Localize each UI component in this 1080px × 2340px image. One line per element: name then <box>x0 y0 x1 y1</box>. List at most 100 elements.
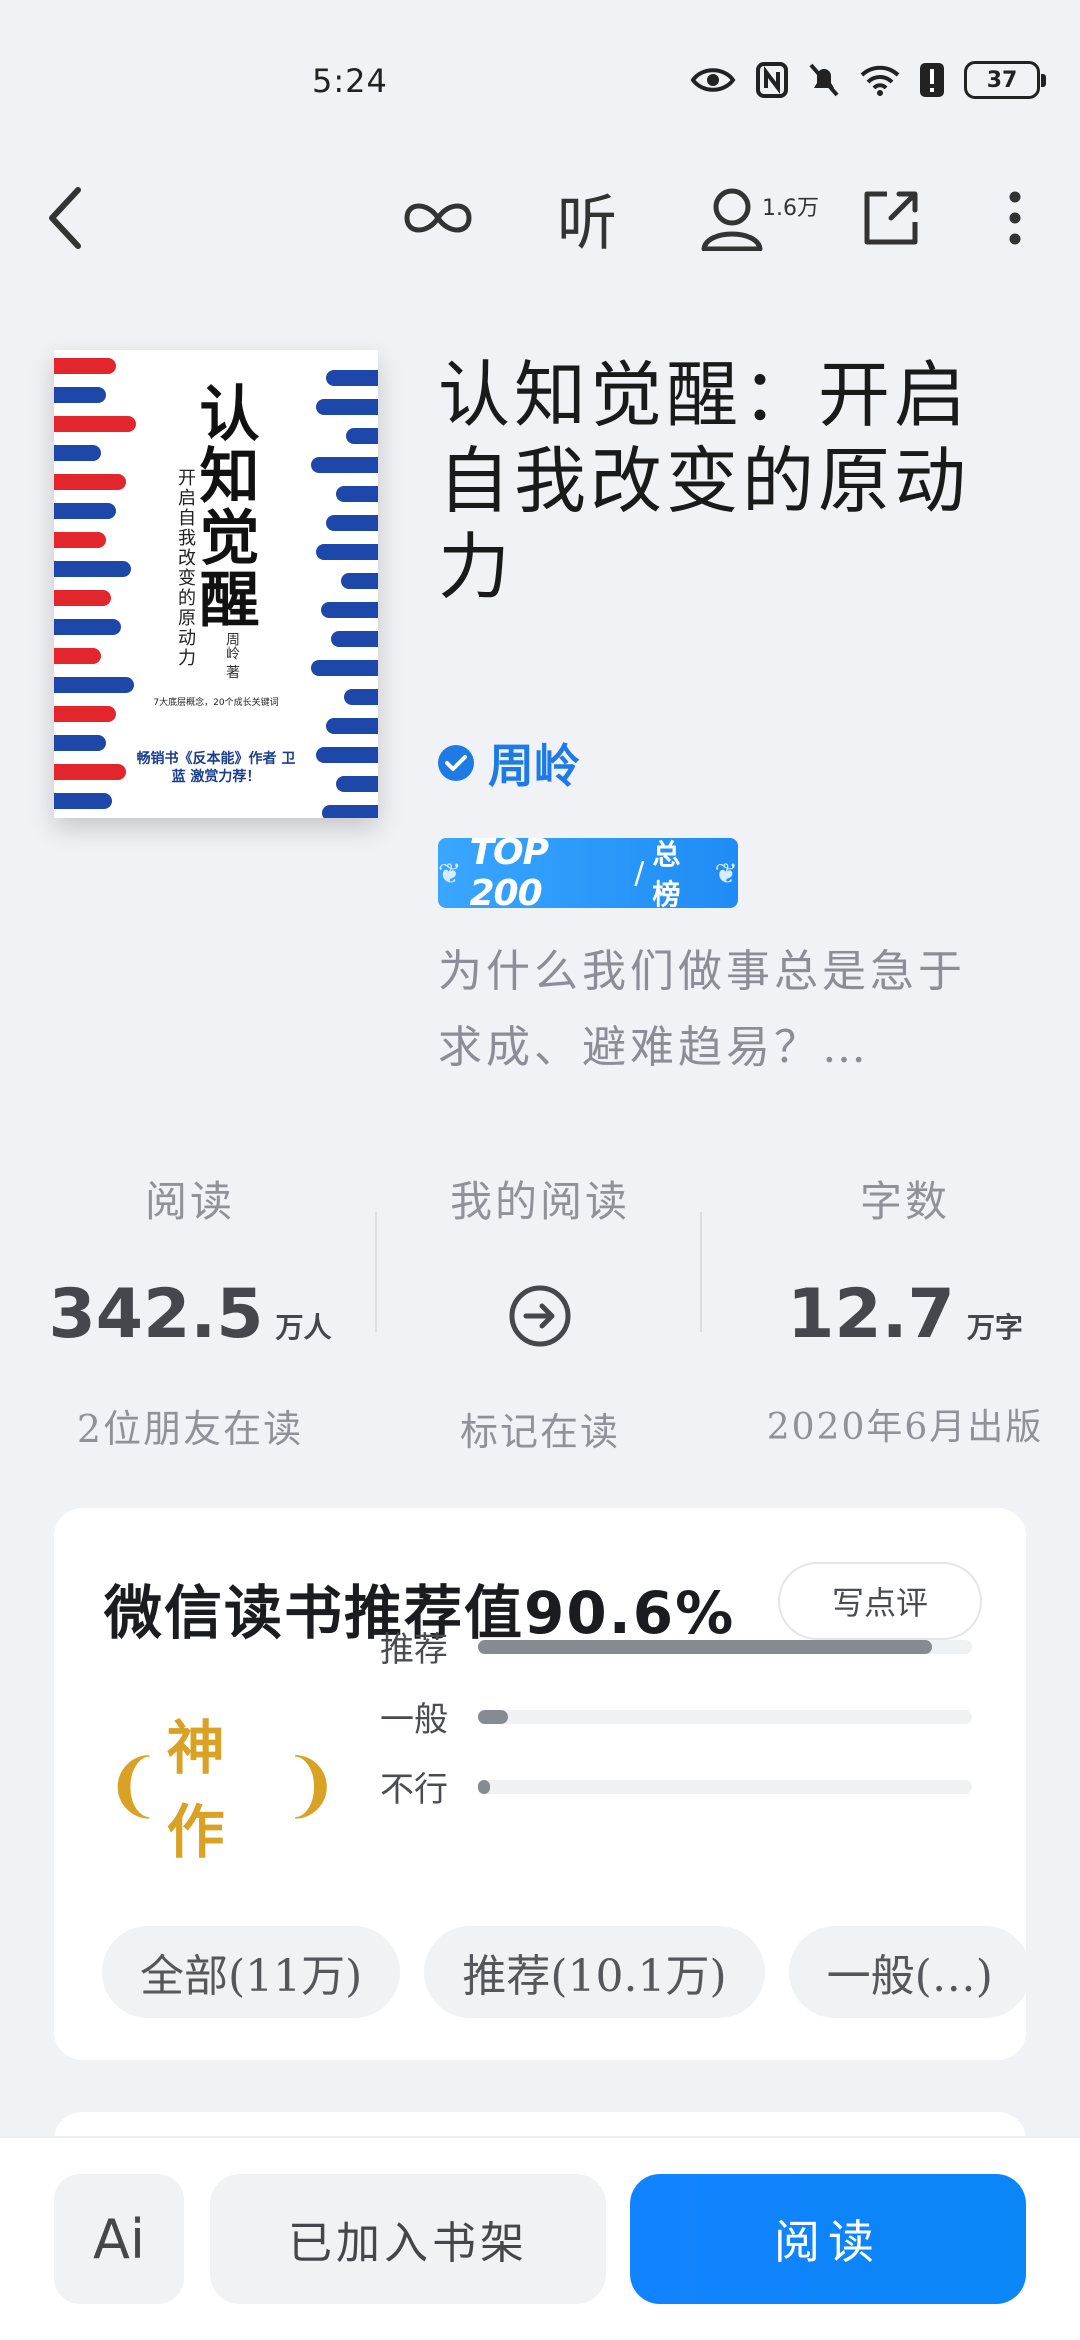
laurel-left-icon: ❦ <box>438 856 462 890</box>
rating-bar-fill <box>478 1639 933 1654</box>
rating-bar-track <box>478 1709 972 1724</box>
arrow-circle-icon <box>509 1285 571 1347</box>
cover-stripe <box>326 718 378 734</box>
stat-my-reading-label: 我的阅读 <box>449 1177 630 1226</box>
more-button[interactable] <box>1000 178 1030 258</box>
stat-words-number: 12.7 <box>787 1275 955 1354</box>
stat-reads-value: 342.5 万人 <box>20 1275 360 1354</box>
nfc-icon <box>756 62 788 98</box>
review-filter-chips: 全部(11万) 推荐(10.1万) 一般(…) <box>102 1926 1026 2026</box>
cover-stripe <box>54 764 126 780</box>
stat-reads[interactable]: 阅读 342.5 万人 2位朋友在读 <box>20 1168 360 1453</box>
read-button[interactable]: 阅读 <box>630 2174 1026 2304</box>
cover-stripe <box>316 544 378 560</box>
stat-words[interactable]: 字数 12.7 万字 2020年6月出版 <box>730 1168 1080 1450</box>
status-time: 5:24 <box>312 62 388 100</box>
rank-badge[interactable]: ❦ TOP 200 / 总榜 ❦ <box>438 832 738 914</box>
cover-stripe <box>346 428 378 444</box>
rating-bar-bad: 不行 <box>380 1762 972 1811</box>
share-button[interactable] <box>860 178 922 258</box>
cover-stripe <box>54 503 116 519</box>
cover-subtitle: 开启自我改变的原动力 <box>175 468 196 668</box>
verified-check-icon <box>438 745 474 781</box>
stat-my-reading-value <box>390 1275 690 1357</box>
cover-author: 周岭 著 <box>224 632 240 679</box>
cover-blurb: 7大底层概念，20个成长关键词 <box>153 698 279 708</box>
rating-badge-label: 神作 <box>166 1714 225 1866</box>
author-name: 周岭 <box>488 739 580 793</box>
status-icons: 37 <box>690 58 1046 102</box>
stat-words-unit: 万字 <box>966 1311 1023 1344</box>
cover-title: 认知觉醒 <box>189 382 259 630</box>
rating-bar-fill <box>478 1779 491 1794</box>
filter-chip-average[interactable]: 一般(…) <box>788 1926 1026 2018</box>
laurel-right-icon: ❩ <box>281 1744 340 1826</box>
cover-stripe <box>311 457 378 473</box>
alert-icon <box>920 63 944 97</box>
stat-words-value: 12.7 万字 <box>730 1275 1080 1354</box>
share-icon <box>864 191 918 245</box>
cover-stripe <box>321 602 378 618</box>
stat-reads-label: 阅读 <box>144 1177 235 1226</box>
cover-stripe <box>316 747 378 763</box>
cover-stripe <box>54 358 116 374</box>
cover-stripe <box>54 445 101 461</box>
rating-bar-label: 推荐 <box>380 1630 448 1670</box>
cover-stripe <box>331 631 378 647</box>
laurel-right-icon: ❦ <box>714 856 738 890</box>
wifi-icon <box>860 65 900 96</box>
eye-icon <box>690 68 736 92</box>
cover-stripe <box>336 486 378 502</box>
book-title: 认知觉醒：开启自我改变的原动力 <box>438 353 971 609</box>
cover-stripe <box>326 370 378 386</box>
rating-bar-label: 不行 <box>380 1770 448 1810</box>
cover-stripe <box>54 387 106 403</box>
stat-divider <box>375 1212 377 1332</box>
book-intro[interactable]: 为什么我们做事总是急于求成、避难趋易？… <box>438 934 998 1086</box>
readers-button[interactable]: 1.6万 <box>700 178 830 258</box>
listen-label: 听 <box>557 188 617 259</box>
rank-slash: / <box>634 855 645 891</box>
stat-words-label: 字数 <box>859 1177 950 1226</box>
bottom-action-bar: Ai 已加入书架 阅读 <box>0 2136 1080 2340</box>
more-vertical-icon <box>1009 191 1021 245</box>
author-link[interactable]: 周岭 <box>438 730 580 796</box>
added-to-shelf-button[interactable]: 已加入书架 <box>210 2174 606 2304</box>
cover-stripe <box>341 573 378 589</box>
filter-chip-recommend[interactable]: 推荐(10.1万) <box>424 1926 765 2018</box>
stat-my-reading[interactable]: 我的阅读 标记在读 <box>390 1168 690 1456</box>
ai-assistant-button[interactable]: Ai <box>54 2174 184 2304</box>
cover-stripe <box>316 399 378 415</box>
stat-words-sub: 2020年6月出版 <box>766 1407 1044 1448</box>
stat-reads-number: 342.5 <box>48 1275 264 1354</box>
stat-reads-sub: 2位朋友在读 <box>76 1407 304 1451</box>
cover-stripe <box>54 735 106 751</box>
rating-badge: ❨ 神作 ❩ <box>104 1714 340 1866</box>
cover-stripe <box>54 474 126 490</box>
listen-button[interactable]: 听 <box>552 178 622 259</box>
person-icon <box>701 188 763 251</box>
book-cover[interactable]: 认知觉醒 开启自我改变的原动力 周岭 著 7大底层概念，20个成长关键词 畅销书… <box>54 350 378 818</box>
cover-stripe <box>336 776 378 792</box>
rating-bar-track <box>478 1639 972 1654</box>
back-button[interactable] <box>36 178 96 258</box>
infinite-card-button[interactable] <box>400 178 476 258</box>
stat-my-reading-sub: 标记在读 <box>459 1410 620 1454</box>
cover-stripes-left <box>54 350 164 818</box>
rank-top-label: TOP 200 <box>469 832 549 914</box>
filter-chip-all[interactable]: 全部(11万) <box>102 1926 401 2018</box>
cover-quote: 畅销书《反本能》作者 卫蓝 激赏力荐！ <box>136 751 296 785</box>
rating-bar-recommend: 推荐 <box>380 1622 972 1671</box>
cover-stripes-right <box>268 350 378 818</box>
cover-stripe <box>344 689 378 705</box>
rank-board-label: 总榜 <box>652 838 681 911</box>
cover-stripe <box>54 648 101 664</box>
cover-stripe <box>311 660 378 676</box>
cover-stripe <box>54 590 111 606</box>
cover-stripe <box>326 515 378 531</box>
cover-stripe <box>322 805 378 818</box>
cover-stripe <box>54 416 136 432</box>
cover-stripe <box>54 793 112 809</box>
rating-bar-label: 一般 <box>380 1700 448 1740</box>
stat-divider <box>700 1212 702 1332</box>
